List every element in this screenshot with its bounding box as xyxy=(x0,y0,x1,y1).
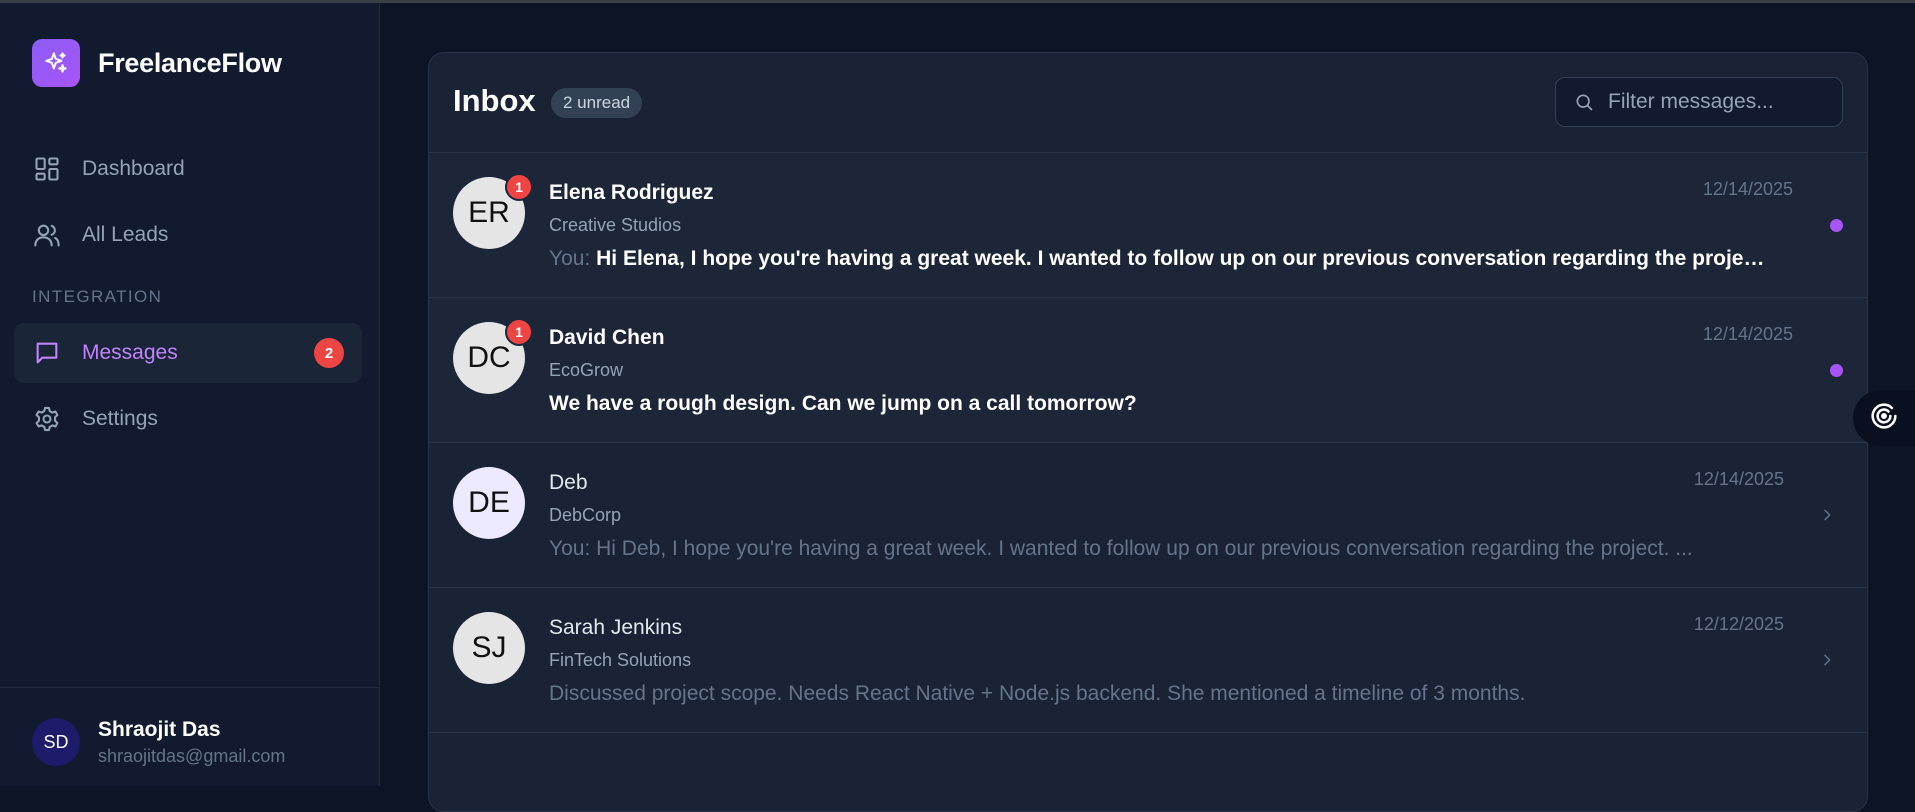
message-date: 12/12/2025 xyxy=(1693,614,1784,634)
message-preview: You: Hi Elena, I hope you're having a gr… xyxy=(549,247,1769,271)
preview-text: Hi Elena, I hope you're having a great w… xyxy=(596,247,1769,270)
contact-name: David Chen xyxy=(549,326,665,349)
users-icon xyxy=(32,220,62,250)
avatar: SD xyxy=(32,718,80,766)
sidebar-item-label: Settings xyxy=(82,407,158,430)
message-row[interactable]: ER 1 Elena Rodriguez Creative Studios Yo… xyxy=(429,153,1867,298)
assistant-icon xyxy=(1867,399,1901,438)
message-preview: Discussed project scope. Needs React Nat… xyxy=(549,682,1526,705)
sidebar-item-label: Messages xyxy=(82,341,178,364)
message-preview: You: Hi Deb, I hope you're having a grea… xyxy=(549,537,1769,561)
company-name: EcoGrow xyxy=(549,360,624,380)
user-email: shraojitdas@gmail.com xyxy=(98,746,286,766)
chevron-right-icon xyxy=(1817,650,1837,670)
search-input[interactable] xyxy=(1608,90,1828,114)
message-date: 12/14/2025 xyxy=(1693,469,1784,489)
message-date: 12/14/2025 xyxy=(1702,179,1793,199)
unread-dot xyxy=(1830,219,1843,232)
unread-dot xyxy=(1830,364,1843,377)
message-icon xyxy=(32,338,62,368)
preview-prefix: You: xyxy=(549,537,591,560)
brand[interactable]: FreelanceFlow xyxy=(32,39,282,87)
contact-name: Elena Rodriguez xyxy=(549,181,714,204)
sidebar-item-messages[interactable]: Messages 2 xyxy=(14,323,362,383)
inbox-header: Inbox 2 unread xyxy=(429,53,1867,153)
sidebar-item-all-leads[interactable]: All Leads xyxy=(14,205,362,265)
unread-count-badge: 2 unread xyxy=(551,88,643,118)
unread-count-badge: 1 xyxy=(505,318,533,346)
company-name: DebCorp xyxy=(549,505,622,525)
main-content: Inbox 2 unread ER 1 Elena Rodrig xyxy=(380,3,1915,812)
user-profile[interactable]: SD Shraojit Das shraojitdas@gmail.com xyxy=(0,687,379,786)
page-title: Inbox xyxy=(453,83,536,118)
avatar: ER 1 xyxy=(453,173,533,249)
contact-name: Sarah Jenkins xyxy=(549,616,683,639)
avatar: DC 1 xyxy=(453,318,533,394)
dashboard-grid-icon xyxy=(32,154,62,184)
company-name: Creative Studios xyxy=(549,215,682,235)
avatar-initials: SJ xyxy=(471,631,507,664)
contact-name: Deb xyxy=(549,471,588,494)
avatar: DE xyxy=(453,467,525,539)
sidebar-nav: Dashboard All Leads INTEGRATION Messages… xyxy=(14,139,362,455)
sidebar-item-label: Dashboard xyxy=(82,157,185,180)
floating-assistant-button[interactable] xyxy=(1853,390,1915,446)
sparkles-icon xyxy=(32,39,80,87)
message-row[interactable]: DE Deb DebCorp You: Hi Deb, I hope you'r… xyxy=(429,443,1867,588)
message-row[interactable]: DC 1 David Chen EcoGrow We have a rough … xyxy=(429,298,1867,443)
company-name: FinTech Solutions xyxy=(549,650,692,670)
app-shell: FreelanceFlow Dashboard All Leads INTEGR… xyxy=(0,3,1915,812)
message-preview: We have a rough design. Can we jump on a… xyxy=(549,392,1137,415)
messages-count-badge: 2 xyxy=(314,338,344,368)
avatar-initials: ER xyxy=(468,196,510,229)
preview-text: Hi Deb, I hope you're having a great wee… xyxy=(596,537,1693,560)
search-icon xyxy=(1572,90,1596,114)
sidebar: FreelanceFlow Dashboard All Leads INTEGR… xyxy=(0,3,380,786)
message-row[interactable]: SJ Sarah Jenkins FinTech Solutions Discu… xyxy=(429,588,1867,733)
gear-icon xyxy=(32,404,62,434)
avatar-initials: DE xyxy=(468,486,510,519)
avatar: SJ xyxy=(453,612,525,684)
sidebar-item-dashboard[interactable]: Dashboard xyxy=(14,139,362,199)
inbox-panel: Inbox 2 unread ER 1 Elena Rodrig xyxy=(428,52,1868,812)
filter-box xyxy=(1555,77,1843,127)
avatar-initials: DC xyxy=(467,341,511,374)
sidebar-item-settings[interactable]: Settings xyxy=(14,389,362,449)
section-label-integration: INTEGRATION xyxy=(32,287,163,306)
unread-count-badge: 1 xyxy=(505,173,533,201)
chevron-right-icon xyxy=(1817,505,1837,525)
sidebar-item-label: All Leads xyxy=(82,223,169,246)
user-name: Shraojit Das xyxy=(98,718,221,741)
message-date: 12/14/2025 xyxy=(1702,324,1793,344)
brand-name: FreelanceFlow xyxy=(98,47,282,78)
preview-prefix: You: xyxy=(549,247,591,270)
